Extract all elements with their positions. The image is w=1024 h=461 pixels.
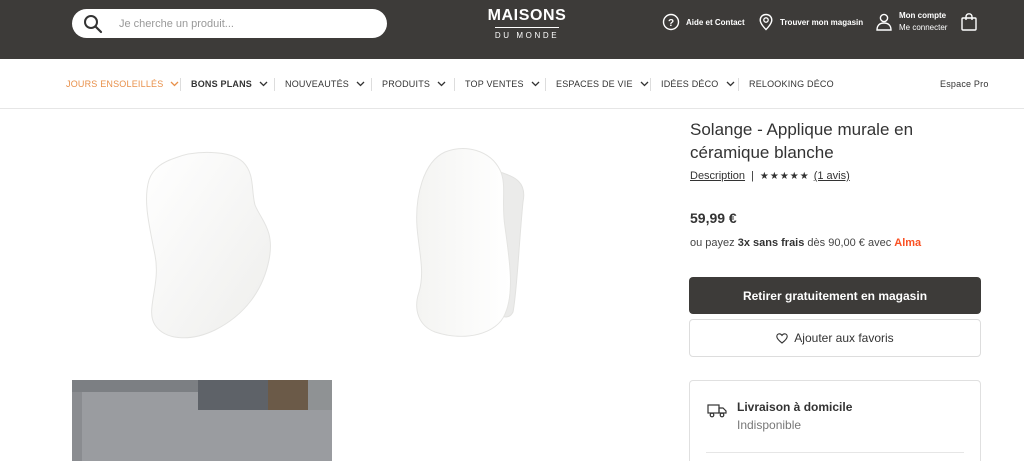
help-label: Aide et Contact bbox=[686, 17, 745, 27]
espace-pro-label: Espace Pro bbox=[940, 79, 989, 89]
description-link[interactable]: Description bbox=[690, 170, 745, 182]
top-header: Je cherche un produit... MAISONS DU MOND… bbox=[0, 0, 1024, 59]
nav-espace-pro[interactable]: Espace Pro bbox=[940, 59, 989, 109]
nav-label: TOP VENTES bbox=[465, 79, 524, 89]
alma-installments: 3x sans frais bbox=[737, 237, 805, 249]
nav-label: NOUVEAUTÉS bbox=[285, 79, 350, 89]
alma-suffix: dès 90,00 € avec bbox=[804, 237, 895, 249]
delivery-panel: Livraison à domicile Indisponible bbox=[689, 380, 981, 461]
nav-divider bbox=[371, 78, 372, 91]
nav-item-idees-deco[interactable]: IDÉES DÉCO bbox=[661, 59, 735, 109]
nav-label: BONS PLANS bbox=[191, 79, 253, 89]
nav-item-top-ventes[interactable]: TOP VENTES bbox=[465, 59, 540, 109]
chevron-down-icon bbox=[531, 81, 540, 87]
heart-icon bbox=[776, 332, 789, 344]
store-label: Trouver mon magasin bbox=[780, 17, 864, 27]
chevron-down-icon bbox=[259, 81, 268, 87]
chevron-down-icon bbox=[356, 81, 365, 87]
brand-logo[interactable]: MAISONS DU MONDE bbox=[485, 7, 569, 42]
account-sub: Me connecter bbox=[899, 23, 948, 32]
main-navigation: JOURS ENSOLEILLÉS BONS PLANS NOUVEAUTÉS … bbox=[0, 59, 1024, 109]
product-meta: Description | ★★★★★ (1 avis) bbox=[690, 170, 850, 182]
search-placeholder: Je cherche un produit... bbox=[119, 17, 234, 30]
nav-item-nouveautes[interactable]: NOUVEAUTÉS bbox=[285, 59, 365, 109]
nav-divider bbox=[650, 78, 651, 91]
chevron-down-icon bbox=[640, 81, 649, 87]
chevron-down-icon bbox=[170, 81, 179, 87]
delivery-divider bbox=[706, 452, 964, 453]
chevron-down-icon bbox=[437, 81, 446, 87]
product-image-scene[interactable] bbox=[72, 380, 332, 461]
reviews-link[interactable]: (1 avis) bbox=[814, 170, 850, 182]
alma-brand: Alma bbox=[894, 237, 922, 249]
store-locator-link[interactable]: Trouver mon magasin bbox=[758, 0, 863, 44]
nav-label: ESPACES DE VIE bbox=[556, 79, 633, 89]
delivery-title: Livraison à domicile bbox=[737, 400, 853, 414]
meta-separator: | bbox=[751, 170, 754, 182]
search-input[interactable]: Je cherche un produit... bbox=[72, 9, 387, 38]
nav-item-bons-plans[interactable]: BONS PLANS bbox=[191, 59, 268, 109]
alma-prefix: ou payez bbox=[690, 237, 738, 249]
delivery-status: Indisponible bbox=[737, 418, 802, 432]
product-image-side[interactable] bbox=[405, 142, 535, 342]
location-pin-icon bbox=[759, 13, 773, 31]
store-pickup-button[interactable]: Retirer gratuitement en magasin bbox=[689, 277, 981, 314]
nav-item-produits[interactable]: PRODUITS bbox=[382, 59, 446, 109]
logo-line2: DU MONDE bbox=[494, 31, 560, 40]
nav-label: PRODUITS bbox=[382, 79, 431, 89]
nav-divider bbox=[454, 78, 455, 91]
nav-item-relooking-deco[interactable]: RELOOKING DÉCO bbox=[749, 59, 834, 109]
user-icon bbox=[876, 13, 892, 31]
cart-button[interactable] bbox=[960, 0, 984, 44]
shopping-bag-icon bbox=[961, 13, 977, 31]
chevron-down-icon bbox=[726, 81, 734, 87]
svg-text:?: ? bbox=[668, 18, 674, 29]
add-to-favorites-button[interactable]: Ajouter aux favoris bbox=[689, 319, 981, 357]
nav-label: RELOOKING DÉCO bbox=[749, 79, 834, 89]
nav-divider bbox=[274, 78, 275, 91]
product-image-front[interactable] bbox=[135, 150, 285, 345]
favorite-label: Ajouter aux favoris bbox=[794, 331, 894, 345]
nav-divider bbox=[738, 78, 739, 91]
nav-divider bbox=[180, 78, 181, 91]
logo-line1: MAISONS bbox=[487, 7, 567, 24]
alma-payment-info: ou payez 3x sans frais dès 90,00 € avec … bbox=[690, 237, 921, 249]
nav-divider bbox=[545, 78, 546, 91]
nav-item-espaces-de-vie[interactable]: ESPACES DE VIE bbox=[556, 59, 649, 109]
help-contact-link[interactable]: ? Aide et Contact bbox=[662, 0, 745, 44]
product-price: 59,99 € bbox=[690, 210, 737, 226]
account-link[interactable]: Mon compte Me connecter bbox=[875, 0, 947, 44]
account-label: Mon compte bbox=[899, 11, 947, 20]
help-icon: ? bbox=[662, 13, 680, 31]
nav-label: JOURS ENSOLEILLÉS bbox=[66, 79, 164, 89]
scene-photo bbox=[72, 380, 332, 461]
product-title: Solange - Applique murale en céramique b… bbox=[690, 120, 914, 162]
truck-icon bbox=[707, 404, 727, 418]
nav-label: IDÉES DÉCO bbox=[661, 79, 719, 89]
rating-stars: ★★★★★ bbox=[759, 170, 810, 182]
search-icon[interactable] bbox=[83, 14, 103, 34]
nav-item-jours-ensoleilles[interactable]: JOURS ENSOLEILLÉS bbox=[66, 59, 179, 109]
